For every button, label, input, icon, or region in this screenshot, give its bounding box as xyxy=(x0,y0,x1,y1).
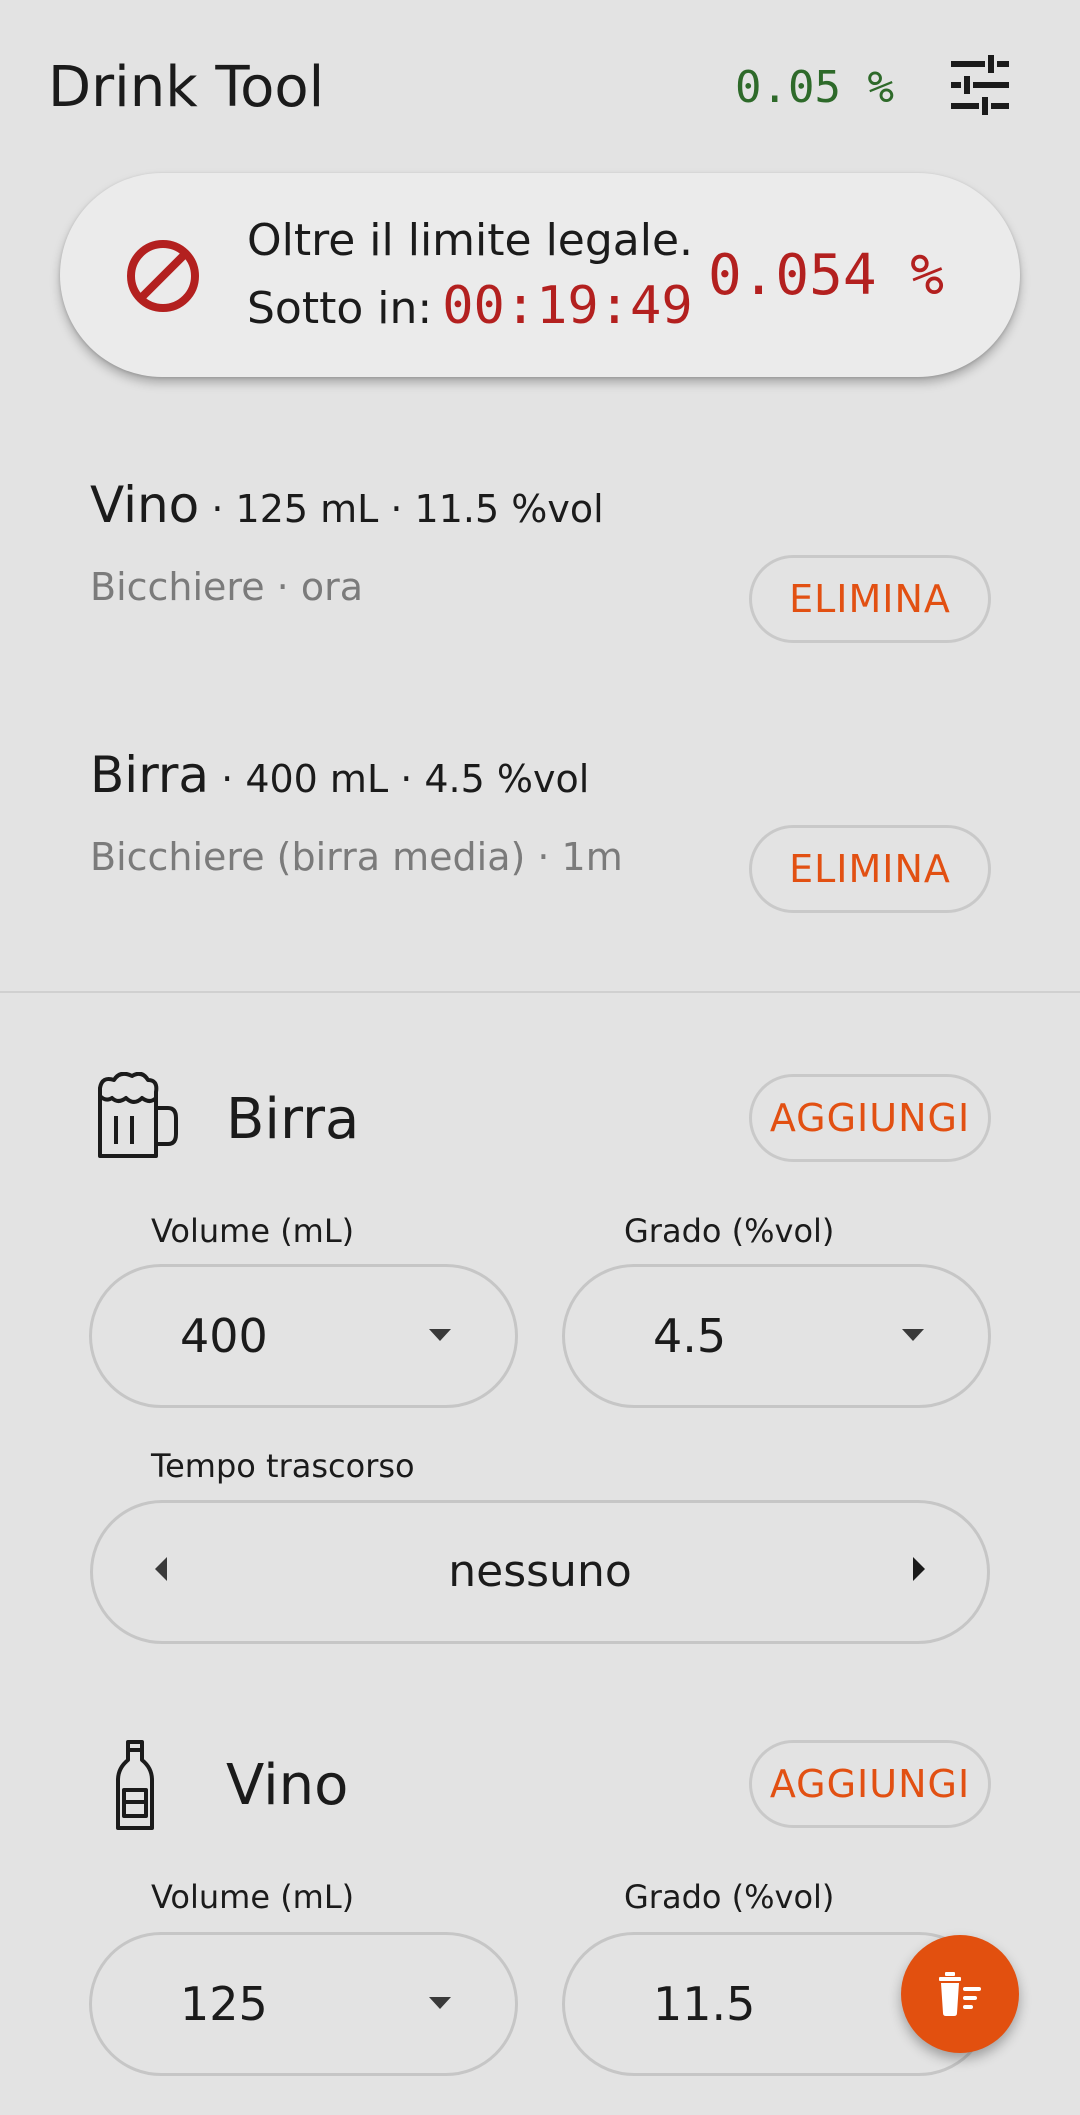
wine-bottle-icon xyxy=(116,1740,154,1830)
volume-label: Volume (mL) xyxy=(151,1212,355,1250)
section-title: Vino xyxy=(226,1753,349,1818)
volume-dropdown[interactable]: 125 xyxy=(89,1932,518,2076)
delete-button[interactable]: ELIMINA xyxy=(749,555,991,643)
beer-mug-icon xyxy=(98,1072,178,1158)
drink-section-beer: Birra AGGIUNGI Volume (mL) Grado (%vol) … xyxy=(0,1072,1080,1652)
entry-subtitle: Bicchiere (birra media) · 1m xyxy=(90,835,623,879)
entry-name: Birra xyxy=(90,746,210,804)
add-button[interactable]: AGGIUNGI xyxy=(749,1074,991,1162)
grade-value: 11.5 xyxy=(653,1977,756,2031)
countdown-label: Sotto in: xyxy=(247,283,433,334)
entry-details: · 400 mL · 4.5 %vol xyxy=(209,757,590,801)
status-message: Oltre il limite legale. xyxy=(247,215,694,266)
top-bar: Drink Tool 0.05 % xyxy=(0,0,1080,170)
volume-value: 400 xyxy=(180,1309,268,1363)
elapsed-time-stepper[interactable]: nessuno xyxy=(90,1500,990,1644)
next-arrow-icon[interactable] xyxy=(913,1557,925,1581)
entry-subtitle: Bicchiere · ora xyxy=(90,565,363,609)
current-bac-value: 0.054 % xyxy=(707,243,944,308)
chevron-down-icon xyxy=(429,1997,451,2009)
add-button[interactable]: AGGIUNGI xyxy=(749,1740,991,1828)
chevron-down-icon xyxy=(902,1329,924,1341)
bac-status-card: Oltre il limite legale. Sotto in: 00:19:4… xyxy=(60,173,1020,377)
list-item: Birra · 400 mL · 4.5 %vol Bicchiere (bir… xyxy=(0,740,1080,940)
elapsed-time-label: Tempo trascorso xyxy=(151,1447,415,1485)
entry-title: Vino · 125 mL · 11.5 %vol xyxy=(90,470,604,552)
app-title: Drink Tool xyxy=(48,55,325,120)
elapsed-time-value: nessuno xyxy=(448,1546,632,1597)
status-countdown: Sotto in: 00:19:49 xyxy=(247,277,693,338)
chevron-down-icon xyxy=(429,1329,451,1341)
sliders-icon xyxy=(951,55,1009,115)
entry-title: Birra · 400 mL · 4.5 %vol xyxy=(90,740,589,822)
entry-name: Vino xyxy=(90,476,200,534)
entry-details: · 125 mL · 11.5 %vol xyxy=(199,487,604,531)
volume-dropdown[interactable]: 400 xyxy=(89,1264,518,1408)
section-title: Birra xyxy=(226,1087,360,1152)
grade-dropdown[interactable]: 4.5 xyxy=(562,1264,991,1408)
grade-value: 4.5 xyxy=(653,1309,727,1363)
grade-label: Grado (%vol) xyxy=(624,1878,835,1916)
prohibited-icon xyxy=(127,240,199,312)
settings-button[interactable] xyxy=(945,50,1015,120)
grade-label: Grado (%vol) xyxy=(624,1212,835,1250)
divider xyxy=(0,991,1080,993)
drink-section-wine: Vino AGGIUNGI Volume (mL) Grado (%vol) 1… xyxy=(0,1738,1080,2115)
list-item: Vino · 125 mL · 11.5 %vol Bicchiere · or… xyxy=(0,470,1080,670)
volume-label: Volume (mL) xyxy=(151,1878,355,1916)
countdown-timer: 00:19:49 xyxy=(442,276,693,336)
clear-list-icon xyxy=(939,1972,981,2016)
delete-button[interactable]: ELIMINA xyxy=(749,825,991,913)
clear-all-button[interactable] xyxy=(901,1935,1019,2053)
volume-value: 125 xyxy=(180,1977,268,2031)
legal-limit-value: 0.05 % xyxy=(735,62,894,113)
